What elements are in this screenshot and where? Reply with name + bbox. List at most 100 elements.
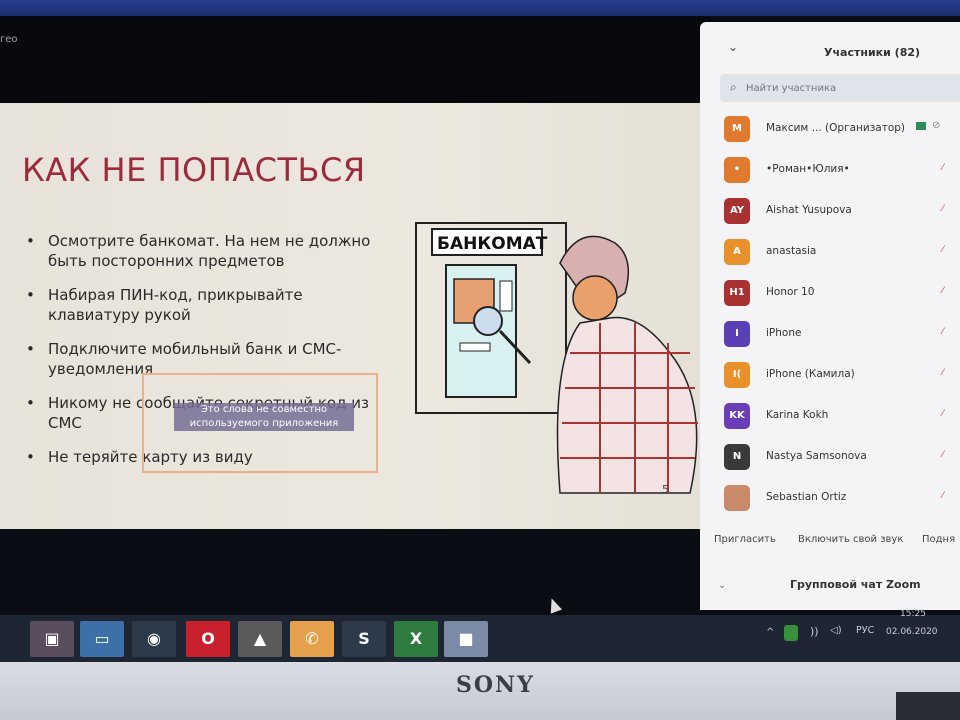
magnifying-glass: [473, 306, 503, 336]
mic-muted-icon: ⁄: [942, 327, 944, 337]
monitor-bezel: SONY: [0, 662, 960, 720]
mic-muted-icon: ⁄: [942, 163, 944, 173]
window-top-bar: [0, 0, 960, 16]
detective-coat: [556, 316, 698, 494]
avatar: [724, 485, 750, 511]
presentation-slide: КАК НЕ ПОПАСТЬСЯ Осмотрите банкомат. На …: [0, 103, 720, 529]
bezel-port: [896, 692, 960, 720]
participant-name: Максим ... (Организатор): [766, 122, 906, 134]
participant-row[interactable]: • •Роман•Юлия• ⁄: [720, 151, 960, 192]
participant-row[interactable]: I( iPhone (Камила) ⁄: [720, 356, 960, 397]
avatar: •: [724, 157, 750, 183]
participant-row[interactable]: Aanastasia ⁄: [720, 233, 960, 274]
participant-name: Karina Kokh: [766, 409, 829, 421]
participant-row[interactable]: KK Karina Kokh ⁄: [720, 397, 960, 438]
clock-time[interactable]: 15:25: [900, 609, 926, 619]
avatar: I(: [724, 362, 750, 388]
zoom-glyph-icon: ■: [458, 629, 474, 648]
bullet-item: Осмотрите банкомат. На нем не должно быт…: [24, 231, 384, 271]
viber-glyph-icon: ✆: [305, 629, 319, 648]
zoom-group-chat-bar[interactable]: ⌄ Групповой чат Zoom: [700, 570, 960, 600]
participant-search[interactable]: ⌕: [720, 74, 960, 102]
taskbar-file-explorer-icon[interactable]: ▭: [80, 621, 124, 657]
group-chat-label: Групповой чат Zoom: [790, 578, 921, 591]
clock-date[interactable]: 02.06.2020: [886, 627, 938, 637]
slide-title: КАК НЕ ПОПАСТЬСЯ: [22, 151, 366, 189]
bullet-item: Набирая ПИН-код, прикрывайте клавиатуру …: [24, 285, 384, 325]
video-on-icon: [916, 122, 926, 130]
skype-glyph-icon: S: [358, 629, 370, 648]
taskbar-skype-icon[interactable]: S: [342, 621, 386, 657]
search-icon: ⌕: [730, 80, 737, 94]
tray-expand-icon[interactable]: ^: [766, 627, 774, 638]
wifi-icon[interactable]: )): [810, 625, 819, 638]
participant-row[interactable]: H1 Honor 10 ⁄: [720, 274, 960, 315]
overlay-note-box: Это слова не совместно используемого при…: [142, 373, 378, 473]
photo-app-glyph-icon: ▣: [44, 629, 60, 648]
raise-hand-button[interactable]: Подня: [922, 534, 955, 545]
speaker-icon[interactable]: ◁): [830, 625, 842, 636]
windows-taskbar: ▣ ▭ ◉ O ▲ ✆ S X ■ ^ )) ◁) РУС 15:25 02.06.2020: [0, 609, 960, 662]
avatar: KK: [724, 403, 750, 429]
invite-button[interactable]: Пригласить: [714, 534, 776, 545]
host-status-icon: ⊘: [932, 120, 941, 131]
mic-muted-icon: ⁄: [942, 409, 944, 419]
mic-muted-icon: ⁄: [942, 450, 944, 460]
participant-row[interactable]: IiPhone ⁄: [720, 315, 960, 356]
participant-row[interactable]: AY Aishat Yusupova ⁄: [720, 192, 960, 233]
participant-actions: Пригласить Включить свой звук Подня: [700, 530, 960, 550]
participant-row[interactable]: N Nastya Samsonova ⁄: [720, 438, 960, 479]
shared-screen-black-area: гео: [0, 16, 712, 104]
system-tray: ^ )) ◁) РУС 15:25 02.06.2020: [760, 609, 960, 662]
opera-glyph-icon: O: [201, 629, 215, 648]
overlay-note-text: Это слова не совместно используемого при…: [174, 403, 354, 431]
taskbar-opera-icon[interactable]: O: [186, 621, 230, 657]
participant-name: Sebastian Ortiz: [766, 491, 847, 503]
participants-title: Участники (82): [824, 46, 921, 59]
chrome-glyph-icon: ◉: [147, 629, 161, 648]
slide-page-number: 5: [662, 483, 669, 496]
avatar: I: [724, 321, 750, 347]
participant-search-input[interactable]: [744, 78, 948, 98]
avatar: H1: [724, 280, 750, 306]
mic-muted-icon: ⁄: [942, 368, 944, 378]
chevron-down-icon[interactable]: ⌄: [718, 580, 726, 591]
mic-muted-icon: ⁄: [942, 204, 944, 214]
brand-logo: SONY: [456, 672, 535, 698]
avatar: N: [724, 444, 750, 470]
participant-list: M Максим ... (Организатор) ⊘ • •Роман•Юлия• ⁄…: [720, 110, 960, 520]
antivirus-shield-icon[interactable]: [784, 625, 798, 641]
participants-header: ⌄ Участники (82): [700, 22, 960, 74]
taskbar-photo-app-icon[interactable]: ▣: [30, 621, 74, 657]
participant-name: iPhone (Камила): [766, 368, 855, 380]
participants-panel: ⌄ Участники (82) ⌕ M Максим ... (Организа…: [700, 22, 960, 610]
participant-name: anastasia: [766, 245, 817, 257]
taskbar-batman-app-icon[interactable]: ▲: [238, 621, 282, 657]
participant-row[interactable]: Sebastian Ortiz ⁄: [720, 479, 960, 520]
taskbar-zoom-icon[interactable]: ■: [444, 621, 488, 657]
mic-muted-icon: ⁄: [942, 245, 944, 255]
monitor-screen: гео КАК НЕ ПОПАСТЬСЯ Осмотрите банкомат.…: [0, 0, 960, 662]
unmute-button[interactable]: Включить свой звук: [798, 534, 903, 545]
atm-sign-text: БАНКОМАТ: [437, 234, 548, 254]
file-explorer-glyph-icon: ▭: [94, 629, 110, 648]
detective-head: [572, 275, 618, 321]
avatar: A: [724, 239, 750, 265]
taskbar-excel-icon[interactable]: X: [394, 621, 438, 657]
window-title: гео: [0, 34, 18, 45]
batman-app-glyph-icon: ▲: [253, 629, 267, 648]
participant-name: iPhone: [766, 327, 802, 339]
mouse-cursor-icon: [545, 596, 563, 614]
participant-row[interactable]: M Максим ... (Организатор) ⊘: [720, 110, 960, 151]
taskbar-chrome-icon[interactable]: ◉: [132, 621, 176, 657]
atm-detective-illustration: БАНКОМАТ: [415, 222, 698, 494]
mic-muted-icon: ⁄: [942, 491, 944, 501]
chevron-down-icon[interactable]: ⌄: [728, 40, 738, 54]
mic-muted-icon: ⁄: [942, 286, 944, 296]
atm-card-slot: [459, 342, 491, 352]
excel-glyph-icon: X: [409, 629, 423, 648]
participant-name: Aishat Yusupova: [766, 204, 852, 216]
language-indicator[interactable]: РУС: [856, 625, 874, 636]
participant-name: •Роман•Юлия•: [766, 163, 850, 175]
taskbar-viber-icon[interactable]: ✆: [290, 621, 334, 657]
